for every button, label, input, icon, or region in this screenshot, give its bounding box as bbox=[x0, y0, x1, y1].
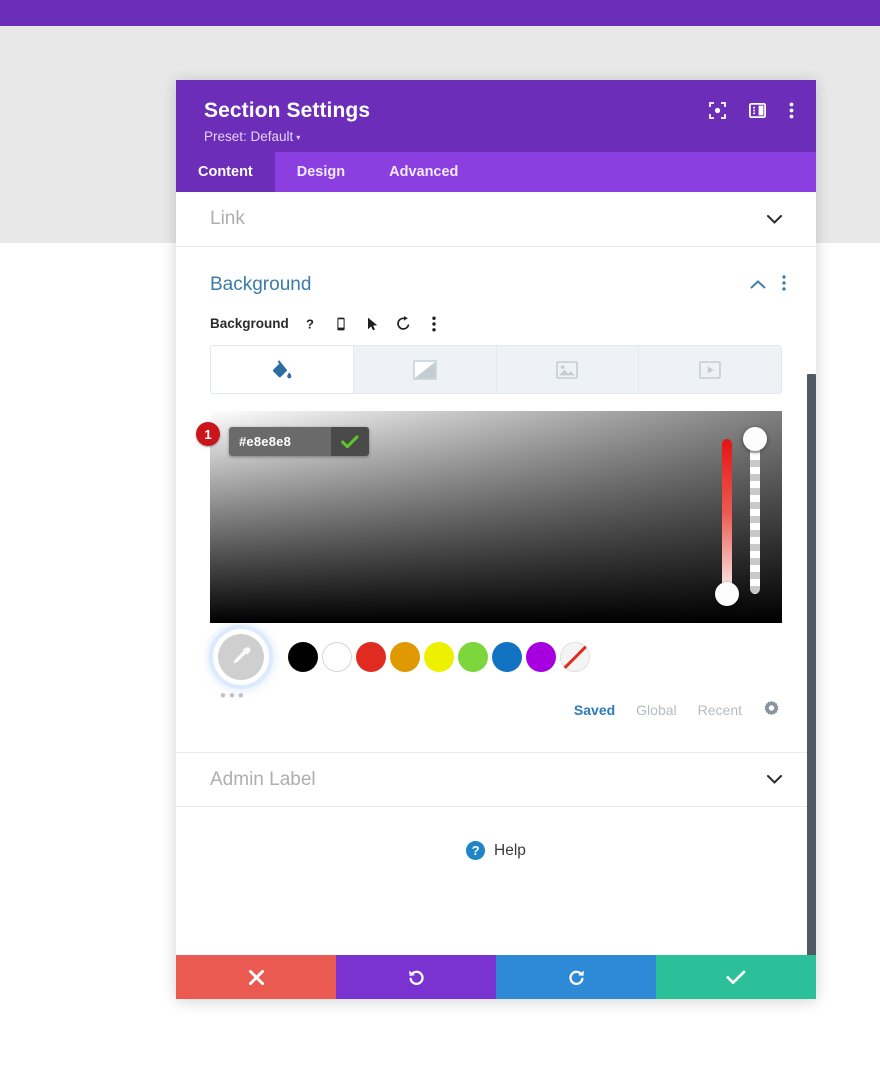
hex-color-input[interactable] bbox=[229, 427, 331, 456]
tab-design[interactable]: Design bbox=[275, 152, 367, 192]
swatch-blue[interactable] bbox=[492, 642, 522, 672]
modal-header-actions bbox=[709, 102, 794, 119]
section-bottom-spacer bbox=[176, 720, 816, 752]
more-vertical-icon[interactable] bbox=[425, 314, 444, 333]
page-top-bar bbox=[0, 0, 880, 26]
preset-label: Preset: Default bbox=[204, 129, 294, 144]
section-background: Background Background ? 1 #e8e8e8 ••• Sa… bbox=[176, 247, 816, 752]
help-question-icon: ? bbox=[466, 841, 486, 860]
swatch-red[interactable] bbox=[356, 642, 386, 672]
hue-slider-handle[interactable] bbox=[715, 582, 739, 606]
chevron-down-icon bbox=[767, 772, 782, 787]
toggle-link-label: Link bbox=[210, 208, 245, 229]
toggle-link[interactable]: Link bbox=[176, 192, 816, 247]
redo-button[interactable] bbox=[496, 955, 656, 999]
eyedropper-icon[interactable] bbox=[218, 634, 264, 680]
chevron-down-icon bbox=[767, 212, 782, 227]
swatch-purple[interactable] bbox=[526, 642, 556, 672]
tab-advanced[interactable]: Advanced bbox=[367, 152, 480, 192]
bg-video-tab[interactable] bbox=[639, 346, 781, 393]
color-swatch-row bbox=[210, 634, 782, 680]
color-picker: 1 bbox=[196, 411, 782, 623]
alpha-slider[interactable] bbox=[743, 427, 767, 594]
palette-tab-global[interactable]: Global bbox=[636, 702, 676, 718]
modal-body: Link Background Background ? 1 #e8e8e8 •… bbox=[176, 192, 816, 955]
focus-icon[interactable] bbox=[709, 102, 726, 119]
bg-image-tab[interactable] bbox=[496, 346, 640, 393]
swatch-green[interactable] bbox=[458, 642, 488, 672]
layout-panel-icon[interactable] bbox=[749, 103, 766, 118]
hex-input-group bbox=[229, 427, 369, 456]
modal-scrollbar[interactable] bbox=[807, 374, 816, 955]
toggle-admin-label-label: Admin Label bbox=[210, 768, 316, 790]
swatch-white[interactable] bbox=[322, 642, 352, 672]
cancel-button[interactable] bbox=[176, 955, 336, 999]
svg-text:?: ? bbox=[306, 316, 314, 331]
chevron-up-icon[interactable] bbox=[750, 276, 766, 294]
help-button[interactable]: ? Help bbox=[176, 807, 816, 900]
saturation-value-area[interactable]: 1 bbox=[196, 411, 782, 623]
toggle-admin-label[interactable]: Admin Label bbox=[176, 752, 816, 807]
undo-button[interactable] bbox=[336, 955, 496, 999]
palette-tabs: Saved Global Recent bbox=[210, 700, 780, 720]
save-button[interactable] bbox=[656, 955, 816, 999]
section-background-title: Background bbox=[210, 274, 312, 295]
swatch-orange[interactable] bbox=[390, 642, 420, 672]
more-vertical-icon[interactable] bbox=[789, 102, 794, 119]
palette-tab-saved[interactable]: Saved bbox=[574, 702, 615, 718]
swatch-transparent[interactable] bbox=[560, 642, 590, 672]
background-field-label-row: Background ? bbox=[176, 306, 816, 333]
mobile-device-icon[interactable] bbox=[332, 314, 351, 333]
tab-content[interactable]: Content bbox=[176, 152, 275, 192]
background-type-tabs bbox=[210, 345, 782, 394]
step-badge-1: 1 bbox=[196, 422, 220, 446]
bg-color-tab[interactable] bbox=[211, 346, 354, 393]
modal-header: Section Settings Preset: Default ▾ bbox=[176, 80, 816, 152]
section-background-header: Background bbox=[176, 247, 816, 306]
section-settings-modal: Section Settings Preset: Default ▾ Conte… bbox=[176, 80, 816, 999]
hue-slider[interactable] bbox=[715, 439, 739, 606]
more-vertical-icon[interactable] bbox=[782, 274, 786, 296]
background-field-label: Background bbox=[210, 316, 289, 331]
page-title: Section Settings bbox=[204, 99, 371, 122]
modal-footer bbox=[176, 955, 816, 999]
bg-gradient-tab[interactable] bbox=[353, 346, 497, 393]
chevron-down-icon: ▾ bbox=[296, 133, 301, 142]
picker-sliders bbox=[715, 427, 767, 606]
reset-undo-icon[interactable] bbox=[394, 314, 413, 333]
help-label: Help bbox=[494, 841, 526, 859]
swatch-yellow[interactable] bbox=[424, 642, 454, 672]
hover-cursor-icon[interactable] bbox=[363, 314, 382, 333]
modal-tabs: Content Design Advanced bbox=[176, 152, 816, 192]
alpha-slider-handle[interactable] bbox=[743, 427, 767, 451]
preset-selector[interactable]: Preset: Default ▾ bbox=[204, 129, 788, 147]
gear-icon[interactable] bbox=[763, 700, 780, 720]
help-question-icon[interactable]: ? bbox=[301, 314, 320, 333]
palette-tab-recent[interactable]: Recent bbox=[698, 702, 742, 718]
hex-confirm-button[interactable] bbox=[331, 427, 369, 456]
section-background-actions bbox=[750, 274, 786, 296]
swatch-black[interactable] bbox=[288, 642, 318, 672]
